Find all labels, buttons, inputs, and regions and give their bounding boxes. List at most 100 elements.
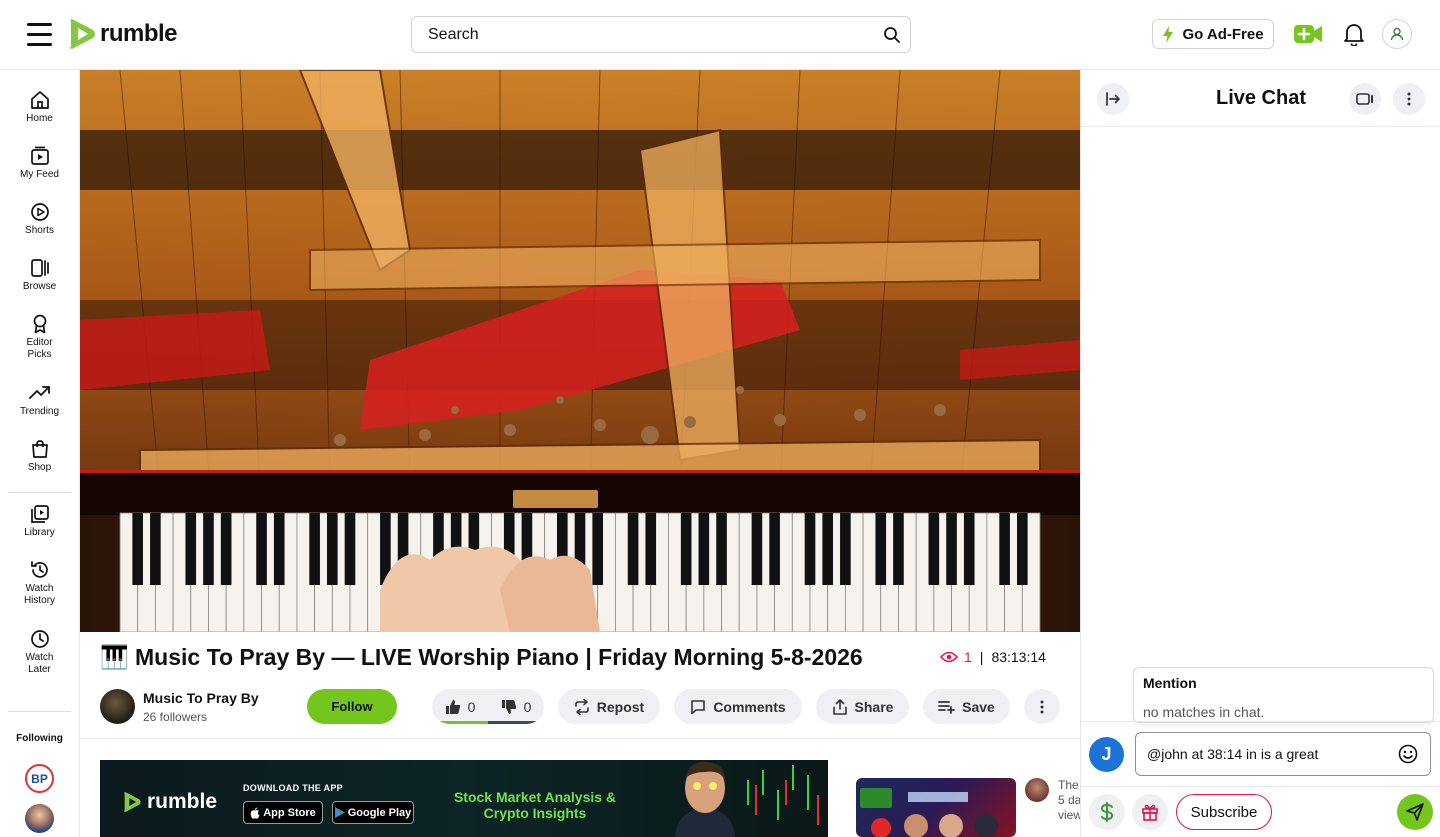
ad-banner[interactable]: rumble DOWNLOAD THE APP App Store Google… [100, 760, 828, 837]
save-button[interactable]: Save [923, 689, 1010, 724]
channel-followers: 26 followers [143, 710, 208, 724]
following-channel-avatar[interactable] [25, 804, 54, 833]
mention-empty-text: no matches in chat. [1143, 704, 1265, 720]
ad-download-label: DOWNLOAD THE APP [243, 783, 343, 793]
video-player[interactable] [80, 70, 1080, 632]
more-vertical-icon [1407, 92, 1411, 106]
sidebar-item-library[interactable]: Library [0, 504, 79, 538]
ad-brand-text: rumble [147, 790, 218, 813]
shorts-icon [30, 203, 49, 221]
live-viewers: 1 | 83:13:14 [940, 649, 1046, 665]
save-label: Save [962, 698, 995, 715]
thumbs-down-icon [501, 699, 516, 714]
rec-line: view [1058, 808, 1080, 822]
dislike-ratio-bar [488, 721, 544, 724]
sidebar-item-label: Shop [27, 462, 52, 473]
sidebar-item-my-feed[interactable]: My Feed [0, 146, 79, 180]
sidebar-item-label: Shorts [25, 225, 54, 236]
live-duration: 83:13:14 [991, 649, 1046, 665]
channel-name[interactable]: Music To Pray By [143, 690, 259, 706]
video-title: 🎹 Music To Pray By — LIVE Worship Piano … [100, 644, 863, 670]
repost-label: Repost [596, 698, 645, 715]
home-icon [30, 91, 49, 109]
recommended-video-thumbnail[interactable] [856, 778, 1016, 837]
notifications-bell-icon[interactable] [1343, 22, 1365, 46]
comments-button[interactable]: Comments [674, 689, 802, 724]
emoji-icon[interactable] [1398, 744, 1418, 764]
user-avatar: J [1089, 737, 1124, 772]
mention-popup: Mention no matches in chat. [1133, 667, 1434, 723]
channel-avatar[interactable] [100, 689, 135, 724]
recommended-video-meta[interactable]: The 5 da view [1058, 778, 1080, 823]
menu-icon[interactable] [27, 23, 53, 47]
follow-button[interactable]: Follow [307, 689, 397, 724]
subscribe-button[interactable]: Subscribe [1176, 794, 1272, 830]
chat-title: Live Chat [1215, 87, 1307, 109]
sidebar-item-editor-picks[interactable]: Editor Picks [0, 314, 79, 361]
like-button[interactable]: 0 [432, 689, 488, 724]
trending-icon [28, 386, 50, 399]
rumble-logo[interactable]: rumble [67, 18, 178, 50]
share-label: Share [854, 698, 894, 715]
sidebar-item-label: Editor Picks [26, 337, 53, 360]
sidebar-item-label: Trending [19, 406, 60, 417]
gift-button[interactable] [1132, 794, 1168, 830]
sidebar-item-shorts[interactable]: Shorts [0, 202, 79, 236]
chat-message-input[interactable] [1136, 733, 1386, 775]
recommended-channel-avatar[interactable] [1025, 778, 1049, 802]
following-heading: Following [16, 733, 63, 744]
share-button[interactable]: Share [816, 689, 909, 724]
repost-icon [574, 698, 589, 715]
ad-rumble-logo: rumble [122, 790, 217, 814]
sidebar-item-shop[interactable]: Shop [0, 439, 79, 473]
dislike-button[interactable]: 0 [488, 689, 544, 724]
sidebar-item-label: Browse [22, 281, 57, 292]
dollar-icon [1100, 802, 1114, 822]
logo-text: rumble [100, 20, 178, 47]
send-icon [1406, 803, 1424, 821]
clock-icon [30, 630, 49, 648]
sidebar-item-browse[interactable]: Browse [0, 258, 79, 292]
google-play-badge[interactable]: Google Play [332, 801, 414, 824]
sidebar-item-label: Library [24, 527, 55, 538]
history-icon [30, 561, 48, 578]
ad-chart-graphic [747, 765, 819, 825]
user-account-button[interactable] [1382, 19, 1412, 49]
sidebar-item-label: Home [26, 113, 53, 124]
go-ad-free-button[interactable]: Go Ad-Free [1152, 19, 1274, 49]
sidebar-item-trending[interactable]: Trending [0, 383, 79, 417]
dislike-count: 0 [523, 698, 532, 715]
google-play-label: Google Play [347, 806, 412, 819]
sidebar-item-watch-later[interactable]: Watch Later [0, 629, 79, 676]
search-input[interactable] [412, 17, 852, 52]
vote-buttons: 0 0 [432, 689, 544, 724]
sidebar-item-label: Watch Later [25, 652, 54, 675]
video-frame-piano [80, 70, 1080, 632]
rant-button[interactable] [1089, 794, 1125, 830]
video-title-row: 🎹 Music To Pray By — LIVE Worship Piano … [100, 644, 1060, 674]
go-live-icon[interactable] [1294, 24, 1322, 44]
popout-icon [1356, 93, 1373, 105]
playlist-add-icon [938, 700, 955, 714]
shop-icon [31, 440, 48, 458]
app-store-badge[interactable]: App Store [243, 801, 323, 824]
chat-options-button[interactable] [1393, 83, 1425, 115]
send-message-button[interactable] [1397, 794, 1433, 830]
browse-icon [30, 259, 49, 277]
comment-icon [691, 699, 706, 714]
ad-tagline: Stock Market Analysis & Crypto Insights [453, 789, 617, 821]
sidebar-item-watch-history[interactable]: Watch History [0, 560, 79, 607]
gift-icon [1142, 804, 1158, 821]
chat-popout-button[interactable] [1349, 83, 1381, 115]
repost-button[interactable]: Repost [558, 689, 660, 724]
user-icon [1390, 27, 1404, 41]
search-icon[interactable] [883, 26, 901, 44]
sidebar-divider [8, 492, 71, 493]
like-count: 0 [467, 698, 476, 715]
sidebar-item-home[interactable]: Home [0, 90, 79, 124]
following-channel-avatar[interactable]: BP [25, 764, 54, 793]
more-options-button[interactable] [1024, 689, 1060, 724]
library-icon [30, 505, 49, 523]
live-chat-panel: Live Chat Mention no matches in chat. J … [1080, 70, 1440, 837]
sidebar-item-label: Watch History [23, 583, 56, 606]
